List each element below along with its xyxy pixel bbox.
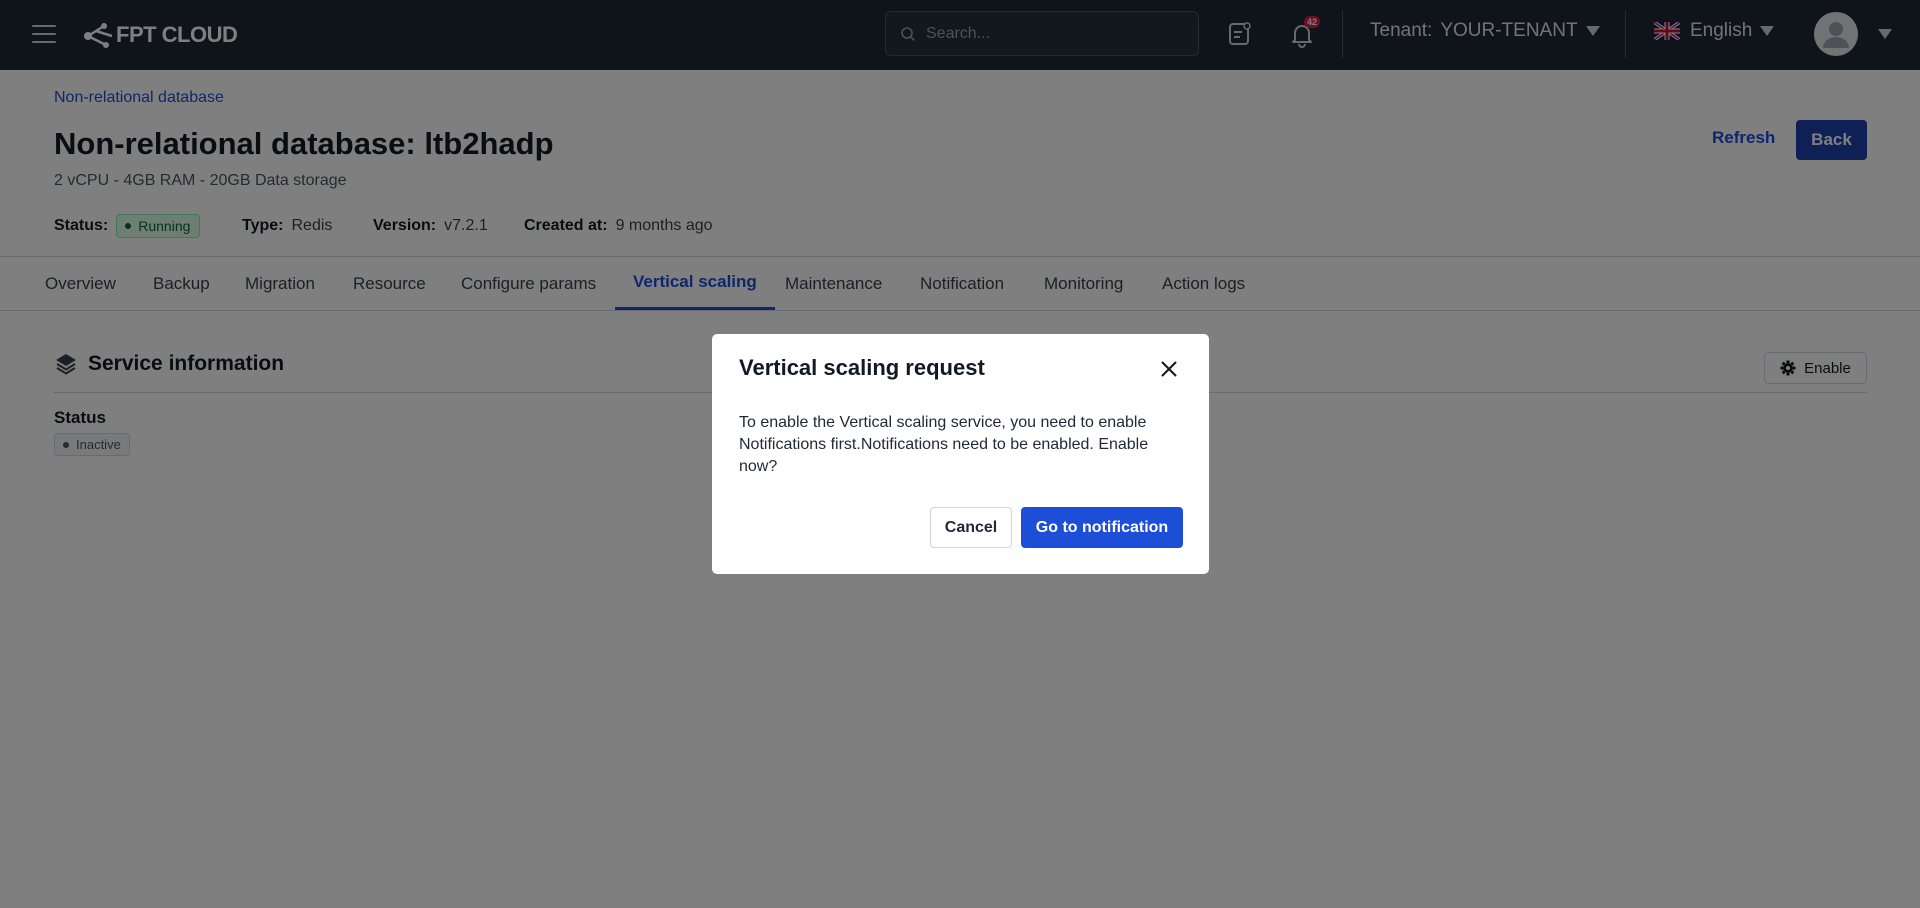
vertical-scaling-dialog: Vertical scaling request To enable the V… [712, 334, 1209, 574]
cancel-button[interactable]: Cancel [930, 507, 1012, 548]
go-to-notification-button[interactable]: Go to notification [1021, 507, 1183, 548]
dialog-title: Vertical scaling request [739, 355, 985, 380]
dialog-body: To enable the Vertical scaling service, … [739, 414, 1149, 475]
close-icon[interactable] [1158, 358, 1180, 380]
